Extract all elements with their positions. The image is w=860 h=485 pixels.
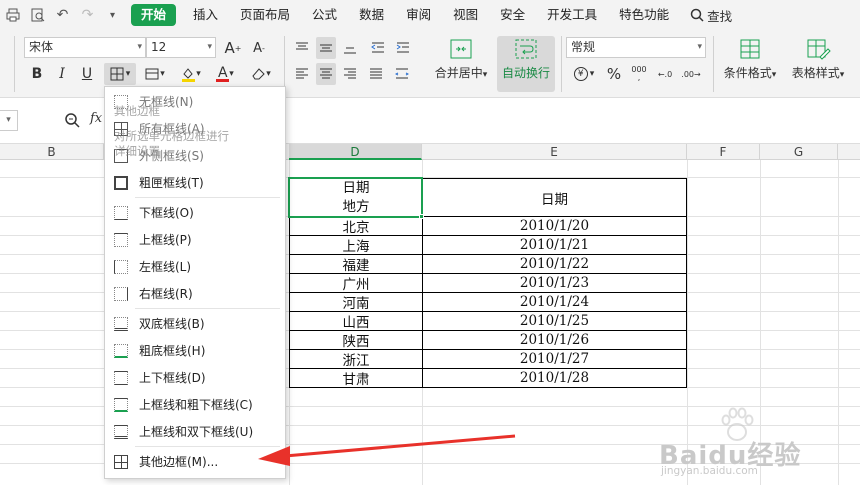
watermark-url: jingyan.baidu.com bbox=[661, 465, 758, 477]
baidu-watermark: Baidu经验 jingyan.baidu.com bbox=[659, 405, 859, 480]
